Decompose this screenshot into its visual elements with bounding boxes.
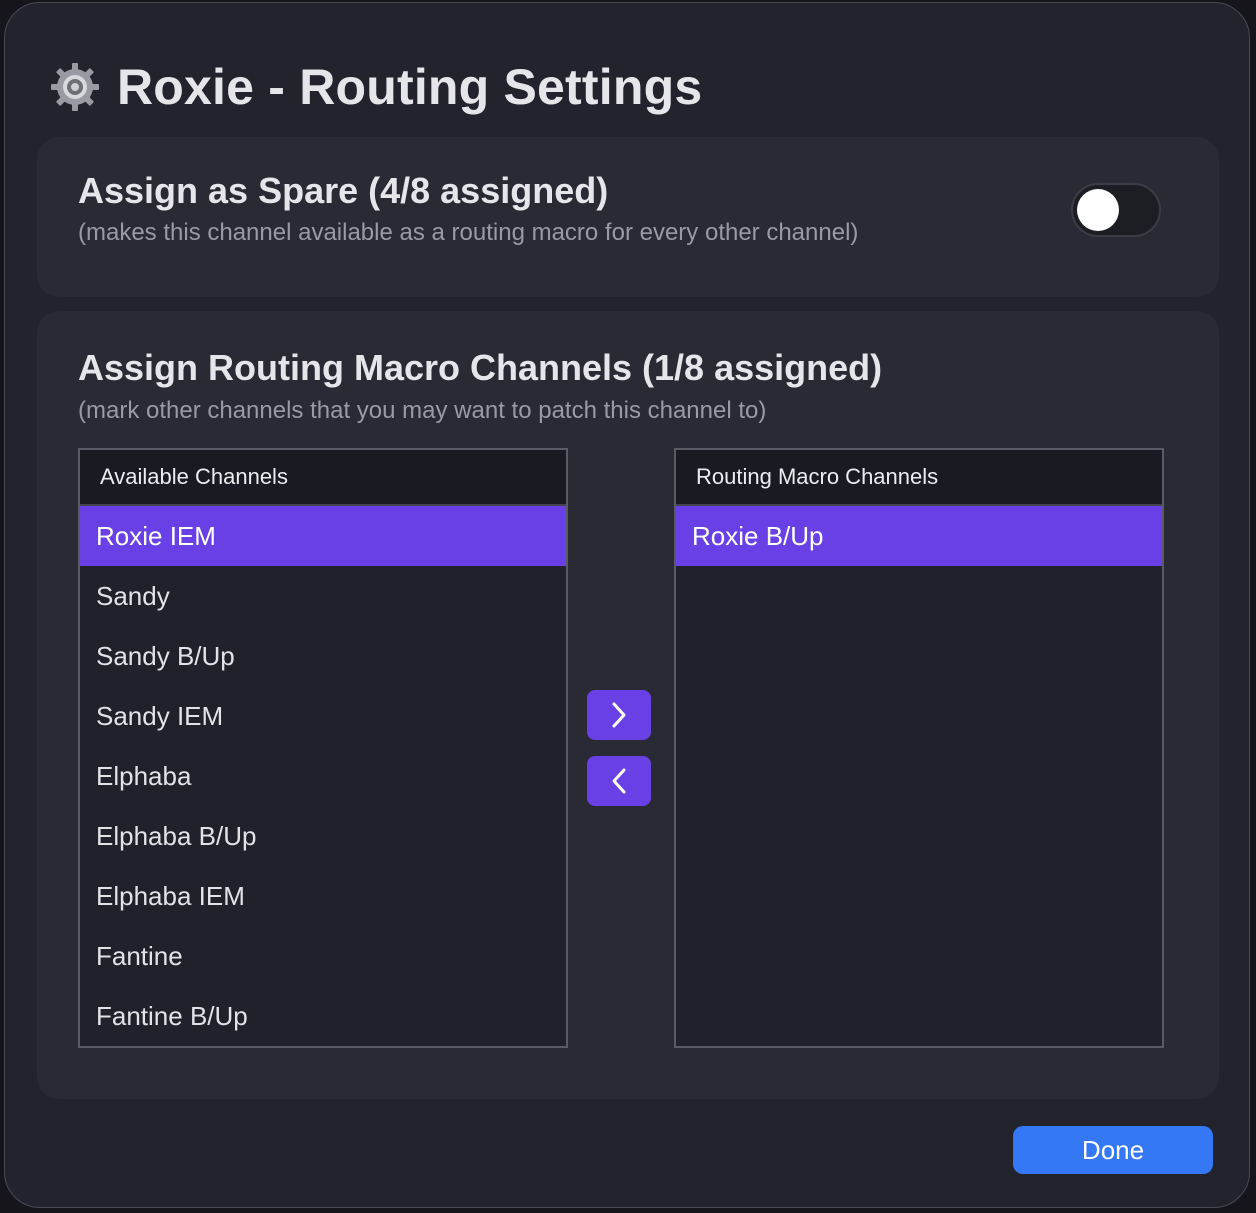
toggle-knob [1077,189,1119,231]
add-to-routing-button[interactable] [587,690,651,740]
macro-description: (mark other channels that you may want t… [78,397,767,424]
list-item[interactable]: Fantine [80,926,566,986]
routing-macro-channels-items: Roxie B/Up [676,506,1162,566]
list-item[interactable]: Roxie B/Up [676,506,1162,566]
list-item[interactable]: Elphaba IEM [80,866,566,926]
done-button[interactable]: Done [1013,1126,1213,1174]
page-title: Roxie - Routing Settings [117,59,703,115]
gear-icon [51,63,99,111]
routing-macro-channels-header: Routing Macro Channels [676,450,1162,506]
list-item[interactable]: Elphaba B/Up [80,806,566,866]
spare-description: (makes this channel available as a routi… [78,219,859,246]
list-item[interactable]: Sandy B/Up [80,626,566,686]
list-item[interactable]: Sandy [80,566,566,626]
list-item[interactable]: Sandy IEM [80,686,566,746]
routing-macro-channels-list[interactable]: Routing Macro Channels Roxie B/Up [674,448,1164,1048]
available-channels-items: Roxie IEM Sandy Sandy B/Up Sandy IEM Elphaba… [80,506,566,1046]
chevron-right-icon [612,702,626,728]
spare-toggle[interactable] [1071,183,1161,237]
routing-macro-section: Assign Routing Macro Channels (1/8 assig… [37,311,1219,1099]
spare-section: Assign as Spare (4/8 assigned) (makes th… [37,137,1219,297]
remove-from-routing-button[interactable] [587,756,651,806]
list-item[interactable]: Roxie IEM [80,506,566,566]
available-channels-header: Available Channels [80,450,566,506]
available-channels-list[interactable]: Available Channels Roxie IEM Sandy Sandy B… [78,448,568,1048]
chevron-left-icon [612,768,626,794]
list-item[interactable]: Elphaba [80,746,566,806]
title-row: Roxie - Routing Settings [49,55,702,119]
macro-heading: Assign Routing Macro Channels (1/8 assig… [78,347,883,388]
spare-heading: Assign as Spare (4/8 assigned) [78,170,609,211]
routing-settings-window: Roxie - Routing Settings Assign as Spare… [4,2,1250,1208]
list-item[interactable]: Fantine B/Up [80,986,566,1046]
